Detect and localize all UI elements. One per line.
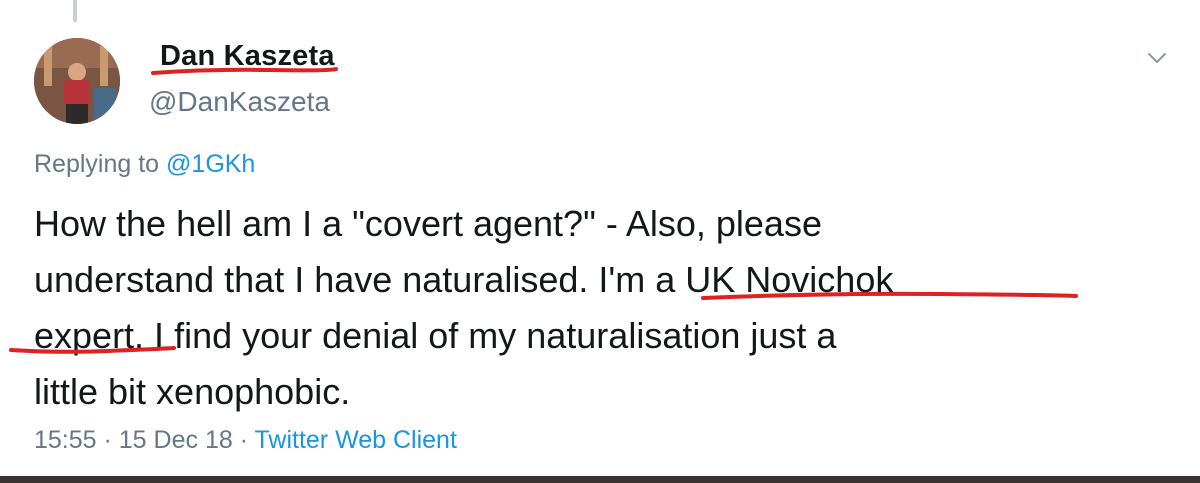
- tweet-metadata: 15:55 · 15 Dec 18 · Twitter Web Client: [34, 426, 457, 455]
- tweet-client-link[interactable]: Twitter Web Client: [255, 426, 457, 454]
- avatar[interactable]: [34, 38, 120, 124]
- annotation-underline-expert: [9, 346, 176, 354]
- tweet-text-line: little bit xenophobic.: [34, 371, 351, 412]
- tweet-text-line: expert. I find your denial of my natural…: [34, 315, 837, 356]
- tweet-date[interactable]: 15 Dec 18: [119, 426, 233, 454]
- replying-to: Replying to @1GKh: [34, 150, 255, 179]
- tweet-text: How the hell am I a "covert agent?" - Al…: [34, 196, 1174, 420]
- bottom-border: [0, 476, 1200, 483]
- tweet-text-line: How the hell am I a "covert agent?" - Al…: [34, 203, 822, 244]
- avatar-photo: [34, 38, 120, 124]
- meta-separator: ·: [232, 426, 255, 454]
- user-handle[interactable]: @DanKaszeta: [149, 86, 330, 118]
- tweet-time[interactable]: 15:55: [34, 426, 97, 454]
- replying-prefix: Replying to: [34, 150, 167, 178]
- chevron-down-icon[interactable]: [1146, 50, 1168, 66]
- meta-separator: ·: [96, 426, 119, 454]
- thread-connector-line: [73, 0, 77, 22]
- replying-mention-link[interactable]: @1GKh: [166, 150, 255, 178]
- annotation-underline-name: [151, 67, 338, 75]
- annotation-underline-novichok: [701, 291, 1078, 300]
